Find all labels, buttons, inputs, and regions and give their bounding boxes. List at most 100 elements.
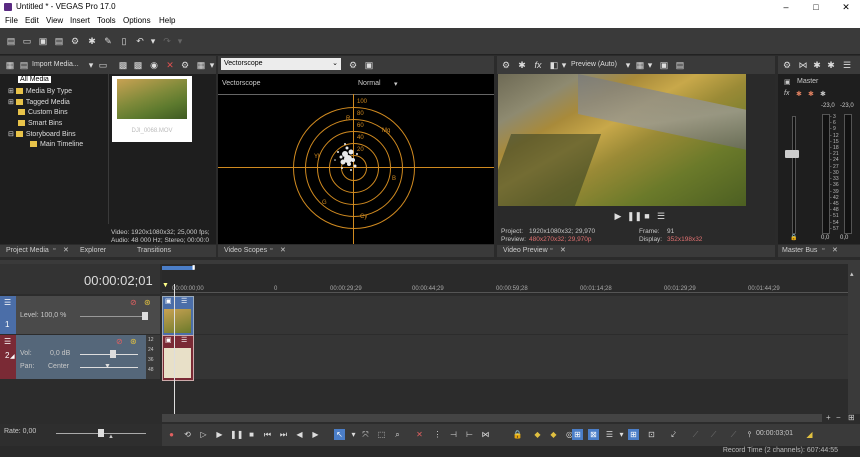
redo-dropdown-icon[interactable]: ▾ [175,36,185,46]
properties-icon[interactable]: ⚙ [70,36,80,46]
audio-solo-icon[interactable]: ⊛ [130,337,137,346]
tab-video-scopes[interactable]: Video Scopes [224,247,267,254]
tree-item-smart-bins[interactable]: Smart Bins [18,120,62,127]
vol-slider-handle[interactable] [110,350,116,358]
selection-tool-icon[interactable]: ⬚ [376,429,387,440]
tab-pin-icon[interactable]: ▫ [270,246,272,253]
playhead-line[interactable] [174,284,175,414]
loop-end-marker[interactable]: ▮ [192,264,195,271]
preview-quality-dropdown[interactable]: Preview (Auto) [571,61,617,68]
fx-dropdown-icon[interactable]: ⟋ [708,429,719,440]
ignore-grouping-icon[interactable]: ⊡ [646,429,657,440]
pause-icon[interactable]: ❚❚ [230,429,243,440]
track-menu-icon[interactable]: ☰ [4,337,11,346]
zoom-tool-icon[interactable]: ⌕ [392,429,403,440]
cursor-time[interactable]: 00:00:03;01 [756,430,793,437]
vertical-scrollbar[interactable]: ▴ [848,264,860,414]
next-frame-icon[interactable]: ▶ [310,429,321,440]
fx-bypass-icon[interactable]: ⟋ [690,429,701,440]
minimize-button[interactable]: – [772,0,800,14]
mode-dropdown-icon[interactable]: ▾ [394,80,398,88]
tab-video-preview[interactable]: Video Preview [503,247,548,254]
tab-project-media[interactable]: Project Media [6,247,49,254]
video-track-lane[interactable]: ▣ ☰ [162,296,860,336]
expand-icon[interactable]: ⊞ [8,88,16,95]
record-arm-icon[interactable]: ◢ [10,353,15,360]
tab-explorer[interactable]: Explorer [80,247,106,254]
get-media-icon[interactable]: ▩ [118,60,128,70]
master-menu-icon[interactable]: ☰ [842,60,852,70]
media-fx-icon[interactable]: ▩ [133,60,143,70]
tab-close-icon[interactable]: ✕ [280,246,286,254]
preview-quality-chevron-icon[interactable]: ▾ [623,60,633,70]
level-slider-handle[interactable] [142,312,148,320]
play-icon[interactable]: ▶ [613,211,623,221]
overlays-icon[interactable]: ▦ [635,60,645,70]
level-slider-track[interactable] [80,316,146,317]
pause-icon[interactable]: ❚❚ [627,211,642,221]
audio-track-lane[interactable]: ▣ ☰ [162,335,860,381]
import-dropdown-icon[interactable]: ▾ [86,60,96,70]
video-mute-icon[interactable]: ⊘ [130,298,137,307]
tab-transitions[interactable]: Transitions [137,247,171,254]
pan-slider-handle[interactable]: ▼ [104,363,111,370]
snapping-icon[interactable]: ⊞ [572,429,583,440]
menu-view[interactable]: View [46,16,63,25]
video-solo-icon[interactable]: ⊛ [144,298,151,307]
rate-slider-handle[interactable] [98,429,104,437]
views-arrow-icon[interactable]: ▾ [207,60,217,70]
split-dropdown-icon[interactable]: ▾ [559,60,569,70]
go-to-end-icon[interactable]: ⏭ [278,429,289,440]
scope-type-dropdown[interactable]: Vectorscope ⌄ [221,58,341,70]
tree-item-storyboard-bins[interactable]: ⊟ Storyboard Bins [8,130,76,138]
event-menu-icon[interactable]: ☰ [181,336,187,344]
scope-mode[interactable]: Normal [358,80,381,87]
save-icon[interactable]: ▣ [38,36,48,46]
undo-icon[interactable]: ↶ [135,36,145,46]
preview-video-frame[interactable] [498,74,746,206]
audio-event[interactable]: ▣ ☰ [162,335,194,381]
horizontal-scrollbar[interactable] [162,414,822,422]
expand-icon[interactable]: ⊞ [8,99,16,106]
tab-close-icon[interactable]: ✕ [63,246,69,254]
trim-icon[interactable]: ⋮ [432,429,443,440]
menu-file[interactable]: File [5,16,18,25]
lock-icon[interactable]: 🔒 [512,429,523,440]
audio-track-header[interactable]: ☰ 2 ◢ ⊘ ⊛ Vol: 0,0 dB Pan: Center ▼ 12 2… [0,335,160,379]
menu-edit[interactable]: Edit [25,16,39,25]
tab-pin-icon[interactable]: ▫ [822,246,824,253]
media-properties-icon[interactable]: ⚙ [180,60,190,70]
scope-update-icon[interactable]: ▣ [364,60,374,70]
overlays-dropdown-icon[interactable]: ▾ [645,60,655,70]
zoom-out-icon[interactable]: − [836,413,841,422]
copy-snapshot-icon[interactable]: ▣ [659,60,669,70]
auto-crossfade-icon[interactable]: ⊠ [588,429,599,440]
scroll-up-icon[interactable]: ▴ [850,270,854,278]
auto-ripple-icon[interactable]: ☰ [604,429,615,440]
tab-pin-icon[interactable]: ▫ [53,246,55,253]
zoom-fit-icon[interactable]: ⟋ [728,429,739,440]
track-menu-icon[interactable]: ☰ [4,298,11,307]
delete-icon[interactable]: ✕ [414,429,425,440]
import-media-icon[interactable]: ▤ [19,60,29,70]
remove-media-icon[interactable]: ✕ [165,60,175,70]
clipboard-icon[interactable]: ▯ [119,36,129,46]
master-solo-icon[interactable]: ✱ [808,90,814,98]
loop-region[interactable] [162,266,194,270]
preview-properties-icon[interactable]: ⚙ [501,60,511,70]
normal-edit-tool-icon[interactable]: ↖ [334,429,345,440]
ripple-dropdown-icon[interactable]: ▾ [616,429,627,440]
tree-item-tagged-media[interactable]: ⊞ Tagged Media [8,98,70,106]
master-properties-icon[interactable]: ⚙ [782,60,792,70]
region-icon[interactable]: ◆ [548,429,559,440]
timeline-ruler[interactable]: ▮ ▼ 00:00:00;00 0 00:00:29;29 00:00:44;2… [162,264,860,294]
cursor-marker-icon[interactable]: ⫯ [744,429,755,440]
scope-settings-icon[interactable]: ⚙ [348,60,358,70]
downmix-icon[interactable]: ⋈ [798,60,808,70]
settings-icon[interactable]: ✱ [87,36,97,46]
views-dropdown-icon[interactable]: ▦ [196,60,206,70]
video-fx-icon[interactable]: fx [533,60,543,70]
expand-icon[interactable]: ⊟ [8,131,16,138]
stop-icon[interactable]: ■ [642,211,652,221]
tree-item-all-media[interactable]: All Media [18,76,51,83]
